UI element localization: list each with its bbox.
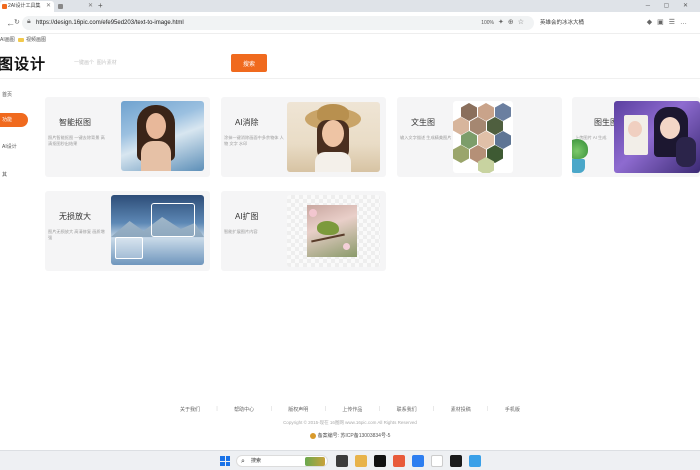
tab-favicon-icon xyxy=(2,4,7,9)
browser-tab-bar: 2AI设计工具集 ✕ ✕ + ─ ▢ ✕ xyxy=(0,0,700,12)
tool-card-expand[interactable]: AI扩图 智能扩展图片内容 xyxy=(221,191,386,271)
taskbar-app-icon[interactable] xyxy=(412,455,424,467)
tab-close-icon[interactable]: ✕ xyxy=(46,1,51,12)
copyright-text: Copyright © 2015-现在 16图网 www.16pic.com A… xyxy=(283,420,417,425)
card-desc: 涂抹一键消除画面中多余物体 人物 文字 水印 xyxy=(224,135,284,146)
address-bar[interactable]: 🔒︎ https://design.16pic.com/efe95ed203/t… xyxy=(22,16,534,30)
footer-link[interactable]: 上传作品 xyxy=(342,406,362,416)
tool-card-image-to-image[interactable]: 图生图 上传图片 AI 生成 xyxy=(572,97,700,177)
card-desc: 输入文字描述 生成精美图片 xyxy=(400,135,452,140)
card-title: 无损放大 xyxy=(59,212,91,221)
search-input[interactable] xyxy=(70,54,230,71)
sidebar-item-home[interactable]: 首页 xyxy=(0,88,34,102)
address-bar-icons[interactable]: ✦⊕☆ xyxy=(498,16,528,30)
icp-record[interactable]: 备案编号: 苏ICP备13003834号-5 xyxy=(0,432,700,439)
card-title: 文生图 xyxy=(411,118,435,127)
toolbar-icons[interactable]: ◆▣☰… xyxy=(647,16,692,30)
bookmarks-bar: AI画图 视频画图 xyxy=(0,34,700,47)
site-title[interactable]: 图设计 xyxy=(0,53,46,74)
taskbar-capcut-icon[interactable] xyxy=(450,455,462,467)
sidebar-item-ai-design[interactable]: AI设计 xyxy=(0,140,34,154)
card-desc: 智能扩展图片内容 xyxy=(224,229,258,234)
taskbar-folder-icon[interactable] xyxy=(355,455,367,467)
extension-text[interactable]: 英雄会的冰冰大桶 xyxy=(540,16,584,30)
taskbar-browser-icon[interactable] xyxy=(431,455,443,467)
card-desc: 照片智能抠图 一键去除背景 高清抠图秒出结果 xyxy=(48,135,105,146)
url-text[interactable]: https://design.16pic.com/efe95ed203/text… xyxy=(36,16,184,30)
reload-icon[interactable]: ↻ xyxy=(14,16,20,30)
extension-label: 英雄会的冰冰大桶 xyxy=(540,20,585,26)
card-image-portrait xyxy=(121,101,204,171)
search-button[interactable]: 搜索 xyxy=(231,54,267,72)
browser-tab-active[interactable]: 2AI设计工具集 ✕ xyxy=(0,1,54,12)
sidebar-item-features[interactable]: 功能 xyxy=(0,113,28,127)
search-icon: ⌕ xyxy=(241,458,245,465)
card-title: AI扩图 xyxy=(235,212,259,221)
tab-title: 2AI设计工具集 xyxy=(8,3,41,9)
card-image-mountain-lake xyxy=(111,195,204,265)
taskbar-search[interactable]: ⌕ 搜索 xyxy=(236,455,328,467)
card-image-straw-hat xyxy=(287,102,380,172)
tab-close-icon[interactable]: ✕ xyxy=(88,1,93,12)
taskbar-app-icon[interactable] xyxy=(393,455,405,467)
taskbar-capcut-icon[interactable] xyxy=(374,455,386,467)
card-desc: 图片无损放大 高清修复 画质增强 xyxy=(48,229,105,240)
card-image-anime-couple xyxy=(614,101,700,173)
taskbar: ⌕ 搜索 xyxy=(0,450,700,470)
tool-card-erase[interactable]: AI消除 涂抹一键消除画面中多余物体 人物 文字 水印 xyxy=(221,97,386,177)
taskbar-app-icon[interactable] xyxy=(469,455,481,467)
windows-start-icon[interactable] xyxy=(220,456,230,466)
bookmark-item[interactable]: AI画图 xyxy=(0,34,15,47)
footer-link[interactable]: 联系我们 xyxy=(397,406,417,416)
card-title: AI消除 xyxy=(235,118,259,127)
card-image-hex-collage xyxy=(453,101,513,173)
sidebar-item-other[interactable]: 其 xyxy=(0,168,34,182)
tab-favicon-icon xyxy=(58,4,63,9)
window-controls[interactable]: ─ ▢ ✕ xyxy=(646,0,694,12)
taskbar-search-label: 搜索 xyxy=(251,458,262,464)
zoom-level[interactable]: 100% xyxy=(481,16,494,30)
lock-icon: 🔒︎ xyxy=(27,18,31,25)
card-title: 智能抠图 xyxy=(59,118,91,127)
footer-link[interactable]: 帮助中心 xyxy=(234,406,254,416)
sidebar: 首页 功能 AI设计 其 xyxy=(0,82,34,202)
page-header: 图设计 搜索 xyxy=(0,47,700,79)
new-tab-icon[interactable]: + xyxy=(98,0,103,12)
card-image-bird-branch xyxy=(287,195,380,267)
address-toolbar: ← ↻ 🔒︎ https://design.16pic.com/efe95ed2… xyxy=(0,12,700,34)
search-thumbnail xyxy=(305,457,325,466)
police-badge-icon xyxy=(309,432,316,439)
browser-tab-second[interactable]: ✕ xyxy=(56,1,96,12)
plant-sticker xyxy=(572,139,592,177)
footer-link[interactable]: 素材投稿 xyxy=(451,406,471,416)
tool-card-upscale[interactable]: 无损放大 图片无损放大 高清修复 画质增强 xyxy=(45,191,210,271)
footer-links: 关于我们 | 帮助中心 | 版权声明 | 上传作品 | 联系我们 | 素材投稿 | 手机版 xyxy=(180,406,520,416)
footer-link[interactable]: 关于我们 xyxy=(180,406,200,416)
folder-icon xyxy=(18,37,24,42)
bookmark-item[interactable]: 视频画图 xyxy=(18,34,46,47)
footer-link[interactable]: 手机版 xyxy=(505,406,520,416)
taskbar-app-icon[interactable] xyxy=(336,455,348,467)
tool-card-text-to-image[interactable]: 文生图 输入文字描述 生成精美图片 xyxy=(397,97,562,177)
tool-card-cutout[interactable]: 智能抠图 照片智能抠图 一键去除背景 高清抠图秒出结果 xyxy=(45,97,210,177)
footer-link[interactable]: 版权声明 xyxy=(288,406,308,416)
